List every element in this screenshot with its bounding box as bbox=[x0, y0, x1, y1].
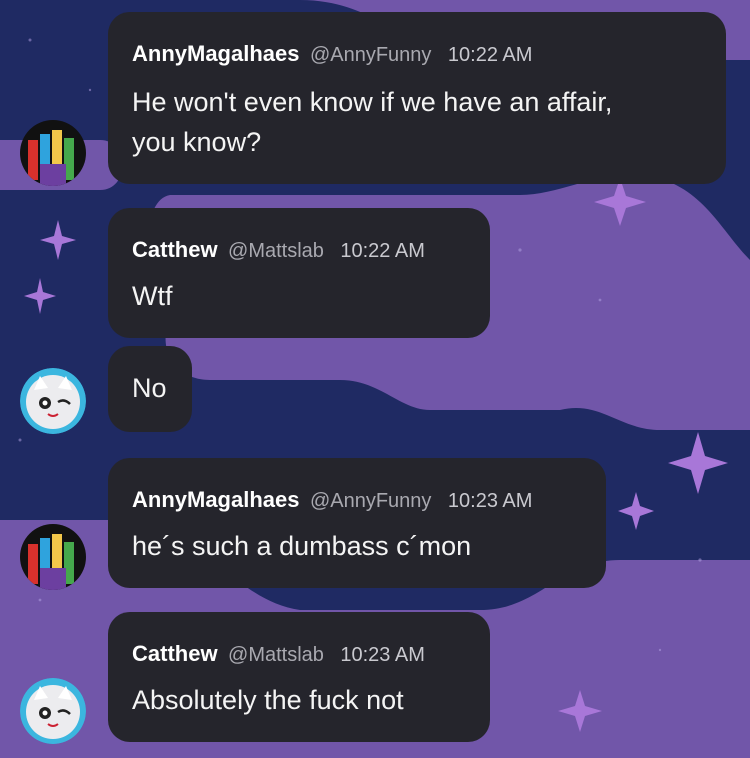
message-timestamp: 10:22 AM bbox=[447, 44, 533, 66]
message-timestamp: 10:23 AM bbox=[340, 644, 425, 666]
message-text: No bbox=[132, 373, 167, 403]
message-bubble[interactable]: No bbox=[108, 346, 192, 432]
username[interactable]: AnnyMagalhaes bbox=[132, 41, 300, 66]
message-line: He won't even know if we have an affair, bbox=[132, 87, 613, 117]
message-text: he´s such a dumbass c´mon bbox=[132, 531, 472, 561]
message-bubble[interactable]: AnnyMagalhaes @AnnyFunny 10:23 AM he´s s… bbox=[108, 458, 606, 588]
message-bubble[interactable]: AnnyMagalhaes @AnnyFunny 10:22 AM He won… bbox=[108, 12, 726, 184]
user-avatar[interactable] bbox=[20, 368, 86, 434]
username[interactable]: AnnyMagalhaes bbox=[132, 487, 300, 512]
user-avatar[interactable] bbox=[20, 524, 86, 590]
message-text: Wtf bbox=[132, 281, 173, 311]
message-timestamp: 10:23 AM bbox=[447, 490, 533, 512]
white-cat-avatar-icon bbox=[20, 678, 86, 744]
user-handle[interactable]: @AnnyFunny bbox=[310, 44, 431, 66]
user-avatar[interactable] bbox=[20, 678, 86, 744]
raised-hands-avatar-icon bbox=[20, 524, 86, 590]
message-line: you know? bbox=[132, 127, 262, 157]
raised-hands-avatar-icon bbox=[20, 120, 86, 186]
white-cat-avatar-icon bbox=[20, 368, 86, 434]
message-text: Absolutely the fuck not bbox=[132, 685, 404, 715]
username[interactable]: Catthew bbox=[132, 641, 218, 666]
user-handle[interactable]: @Mattslab bbox=[228, 240, 324, 262]
message-bubble[interactable]: Catthew @Mattslab 10:23 AM Absolutely th… bbox=[108, 612, 490, 742]
user-handle[interactable]: @AnnyFunny bbox=[310, 490, 431, 512]
message-text: He won't even know if we have an affair,… bbox=[132, 82, 612, 162]
message-bubble[interactable]: Catthew @Mattslab 10:22 AM Wtf bbox=[108, 208, 490, 338]
message-timestamp: 10:22 AM bbox=[340, 240, 425, 262]
user-handle[interactable]: @Mattslab bbox=[228, 644, 324, 666]
user-avatar[interactable] bbox=[20, 120, 86, 186]
username[interactable]: Catthew bbox=[132, 237, 218, 262]
